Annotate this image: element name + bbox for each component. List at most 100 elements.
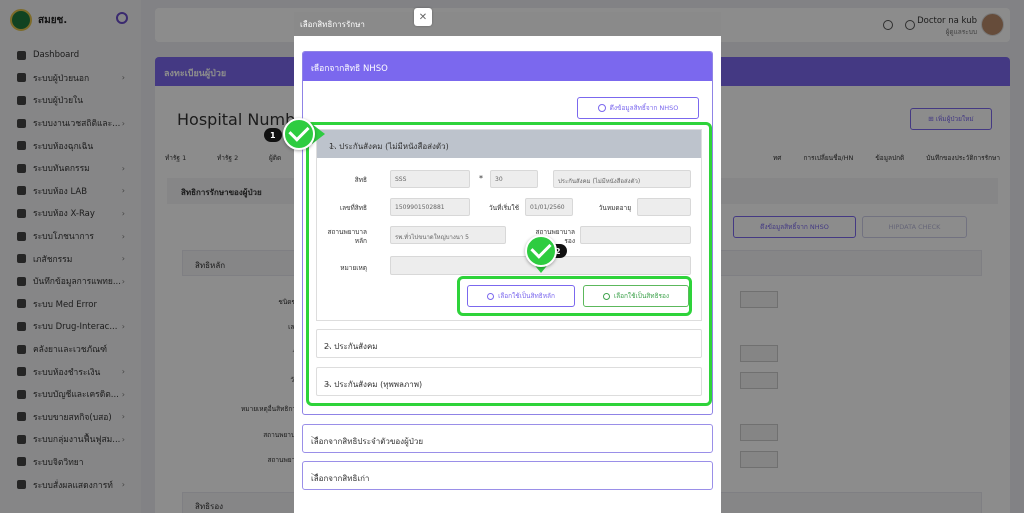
tab-item[interactable]: ข้อมูลปกติ xyxy=(875,153,904,163)
sidebar-item[interactable]: ระบบห้อง X-Ray › xyxy=(0,202,141,225)
sidebar-item-label: ระบบ Med Error xyxy=(33,299,98,310)
sidebar-item-label: ระบบงานเวชสถิติและ... xyxy=(33,119,121,130)
globe-icon xyxy=(597,104,606,112)
menu-icon xyxy=(17,434,26,444)
sub-right-card-title: สิทธิรอง xyxy=(195,502,224,511)
hipdata-check-button[interactable]: HIPDATA CHECK xyxy=(862,216,967,238)
sidebar-item[interactable]: เภสัชกรรม › xyxy=(0,247,141,270)
tab-item[interactable]: การเปลี่ยนชื่อ/HN xyxy=(803,153,853,163)
check-pin-icon xyxy=(525,235,557,267)
chevron-right-icon: › xyxy=(121,186,125,196)
tab-item[interactable]: ทำรัฐ 2 xyxy=(217,153,269,163)
sidebar-item-label: ระบบห้อง X-Ray xyxy=(33,209,95,220)
sidebar-item[interactable]: ระบบกลุ่มงานฟื้นฟูสม... › xyxy=(0,428,141,451)
sidebar-item[interactable]: บันทึกข้อมูลการแพทย... › xyxy=(0,270,141,293)
menu-icon xyxy=(17,231,26,241)
menu-icon xyxy=(17,186,26,196)
sidebar-item-label: ระบบผู้ป่วยใน xyxy=(33,96,84,107)
menu-icon xyxy=(17,141,26,151)
sidebar-item[interactable]: ระบบห้อง LAB › xyxy=(0,180,141,203)
sidebar-item[interactable]: ระบบผู้ป่วยนอก › xyxy=(0,67,141,90)
sidebar: สมยช. Dashboard ระบบผู้ป่วยนอก › ระบบผู้ป่ว… xyxy=(0,0,141,513)
brand-name: สมยช. xyxy=(38,14,68,26)
bg-field[interactable] xyxy=(740,424,778,441)
menu-icon xyxy=(17,95,26,105)
chevron-down-icon: ﹀ xyxy=(311,436,318,444)
add-patient-button[interactable]: ⊞ เพิ่มผู้ป่วยใหม่ xyxy=(910,108,992,130)
sidebar-item-label: ระบบทันตกรรม xyxy=(33,164,90,175)
fetch-nhso-bg-button[interactable]: ดึงข้อมูลสิทธิ์จาก NHSO xyxy=(733,216,856,238)
bell-icon[interactable] xyxy=(905,20,915,30)
chevron-right-icon: › xyxy=(121,321,125,331)
close-icon[interactable]: ✕ xyxy=(414,8,432,26)
menu-icon xyxy=(17,321,26,331)
menu-icon xyxy=(17,344,26,354)
sidebar-item-label: ระบบสั่งผลแสดงการท์ xyxy=(33,480,113,491)
chevron-right-icon: › xyxy=(121,480,125,490)
sidebar-item[interactable]: ระบบสั่งผลแสดงการท์ › xyxy=(0,473,141,496)
bg-field[interactable] xyxy=(740,291,778,308)
sidebar-item[interactable]: ระบบ Med Error xyxy=(0,293,141,316)
sidebar-item[interactable]: Dashboard xyxy=(0,44,141,67)
bg-label: สถานพยาบาลห xyxy=(263,431,307,439)
sidebar-item[interactable]: ระบบห้องฉุกเฉิน xyxy=(0,134,141,157)
sidebar-item[interactable]: คลังยาและเวชภัณฑ์ xyxy=(0,338,141,361)
tab-item[interactable]: ทำรัฐ 1 xyxy=(165,153,217,163)
menu-icon xyxy=(17,50,26,60)
chevron-up-icon: ︿ xyxy=(311,62,318,70)
sidebar-item[interactable]: ระบบขายสหกิจ(บสอ) › xyxy=(0,406,141,429)
hospital-number-title: Hospital Numb xyxy=(177,110,296,129)
chevron-right-icon: › xyxy=(121,208,125,218)
tab-item[interactable]: ทศ xyxy=(773,153,781,163)
check-pin-icon xyxy=(283,118,315,150)
sidebar-item-label: ระบบ Drug-Interac... xyxy=(33,322,118,333)
sidebar-menu: Dashboard ระบบผู้ป่วยนอก › ระบบผู้ป่วยในระบ… xyxy=(0,44,141,496)
chevron-right-icon: › xyxy=(121,389,125,399)
sidebar-toggle-icon[interactable] xyxy=(116,12,128,24)
avatar[interactable] xyxy=(981,13,1004,36)
sidebar-item[interactable]: ระบบผู้ป่วยใน xyxy=(0,89,141,112)
bg-field[interactable] xyxy=(740,345,778,362)
fetch-nhso-button[interactable]: ดึงข้อมูลสิทธิ์จาก NHSO xyxy=(577,97,699,119)
sidebar-item-label: เภสัชกรรม xyxy=(33,254,73,265)
chevron-right-icon: › xyxy=(121,434,125,444)
chevron-right-icon: › xyxy=(121,231,125,241)
personal-right-accordion[interactable]: เลือกจากสิทธิประจำตัวของผู้ป่วย ﹀ xyxy=(302,424,713,453)
sidebar-item[interactable]: ระบบ Drug-Interac... › xyxy=(0,315,141,338)
menu-icon xyxy=(17,254,26,264)
sidebar-item-label: ระบบโภชนาการ xyxy=(33,232,94,243)
highlight-step-2 xyxy=(457,276,692,316)
bg-field[interactable] xyxy=(740,451,778,468)
bg-field[interactable] xyxy=(740,372,778,389)
menu-icon xyxy=(17,480,26,490)
sidebar-item-label: บันทึกข้อมูลการแพทย... xyxy=(33,277,121,288)
modal-title: เลือกสิทธิการรักษา xyxy=(300,19,365,29)
menu-icon xyxy=(17,118,26,128)
menu-icon xyxy=(17,389,26,399)
menu-icon xyxy=(17,276,26,286)
sidebar-item-label: ระบบบัญชีและเครดิต... xyxy=(33,390,119,401)
nhso-accordion-header[interactable]: เลือกจากสิทธิ NHSO ︿ xyxy=(303,52,712,81)
chevron-right-icon: › xyxy=(121,73,125,83)
old-right-accordion[interactable]: เลือกจากสิทธิเก่า ﹀ xyxy=(302,461,713,490)
sidebar-item[interactable]: ระบบโภชนาการ › xyxy=(0,225,141,248)
sidebar-item[interactable]: ระบบห้องชำระเงิน › xyxy=(0,360,141,383)
sidebar-item[interactable]: ระบบบัญชีและเครดิต... › xyxy=(0,383,141,406)
sidebar-item-label: ระบบห้องชำระเงิน xyxy=(33,367,101,378)
menu-icon xyxy=(17,299,26,309)
tab-item[interactable]: บันทึกของประวัติการรักษา xyxy=(926,153,1000,163)
sidebar-item[interactable]: ระบบทันตกรรม › xyxy=(0,157,141,180)
sidebar-item-label: ระบบห้อง LAB xyxy=(33,186,88,197)
bg-label: สถานพยาบาล xyxy=(267,456,308,464)
sidebar-item[interactable]: ระบบงานเวชสถิติและ... › xyxy=(0,112,141,135)
fetch-nhso-label: ดึงข้อมูลสิทธิ์จาก NHSO xyxy=(609,104,679,112)
chat-icon[interactable] xyxy=(883,20,893,30)
rights-section-title: สิทธิการรักษาของผู้ป่วย xyxy=(181,188,262,197)
bg-label: วันที่เ xyxy=(187,348,307,358)
chevron-right-icon: › xyxy=(121,412,125,422)
sidebar-item-label: ระบบขายสหกิจ(บสอ) xyxy=(33,412,112,423)
sidebar-item[interactable]: ระบบจิตวิทยา xyxy=(0,451,141,474)
bg-label: หมายเหตุอื่นสิทธิการใช้ xyxy=(241,405,307,413)
chevron-right-icon: › xyxy=(121,163,125,173)
user-role: ผู้ดูแลระบบ xyxy=(945,28,977,36)
